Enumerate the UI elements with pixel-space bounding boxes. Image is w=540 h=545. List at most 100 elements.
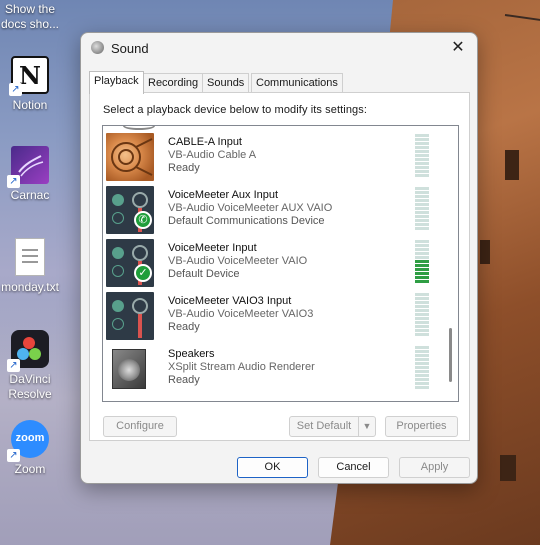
meter-segment <box>415 215 429 218</box>
meter-segment <box>415 227 429 230</box>
meter-segment <box>415 187 429 190</box>
meter-segment <box>415 268 429 271</box>
desktop-icon-monday-txt[interactable]: monday.txt <box>0 238 62 295</box>
set-default-button[interactable]: Set Default <box>289 416 359 437</box>
list-item[interactable]: CABLE-A Input VB-Audio Cable A Ready <box>103 130 443 183</box>
meter-segment <box>415 378 429 381</box>
meter-segment <box>415 309 429 312</box>
meter-segment <box>415 158 429 161</box>
meter-segment <box>415 244 429 247</box>
meter-segment <box>415 191 429 194</box>
meter-segment <box>415 240 429 243</box>
level-meter <box>415 187 429 233</box>
device-status: Ready <box>168 162 200 174</box>
chevron-down-icon: ▼ <box>362 421 372 431</box>
list-item[interactable]: ✓ VoiceMeeter Input VB-Audio VoiceMeeter… <box>103 236 443 289</box>
meter-segment <box>415 195 429 198</box>
meter-segment <box>415 248 429 251</box>
list-item[interactable]: VoiceMeeter VAIO3 Input VB-Audio VoiceMe… <box>103 289 443 342</box>
set-default-dropdown[interactable]: ▼ <box>358 416 376 437</box>
properties-button[interactable]: Properties <box>385 416 458 437</box>
meter-segment <box>415 199 429 202</box>
meter-segment <box>415 297 429 300</box>
meter-segment <box>415 346 429 349</box>
desktop-icon-docs[interactable]: Show the docs sho... <box>0 2 62 32</box>
scrollbar-thumb[interactable] <box>449 328 452 382</box>
phone-icon: ✆ <box>134 211 152 229</box>
list-item[interactable]: ✆ VoiceMeeter Aux Input VB-Audio VoiceMe… <box>103 183 443 236</box>
voicemeeter-icon <box>106 292 154 340</box>
device-status: Default Communications Device <box>168 215 325 227</box>
wallpaper-window <box>505 150 519 180</box>
device-driver: VB-Audio Cable A <box>168 149 257 161</box>
desktop-icon-label: Zoom <box>14 462 46 476</box>
tab-communications[interactable]: Communications <box>251 73 343 93</box>
meter-segment <box>415 170 429 173</box>
shortcut-arrow-icon: ↗ <box>7 359 20 372</box>
meter-segment <box>415 325 429 328</box>
shortcut-arrow-icon: ↗ <box>9 83 22 96</box>
notion-icon: N ↗ <box>9 56 49 96</box>
close-button[interactable]: ✕ <box>447 37 469 59</box>
meter-segment <box>415 321 429 324</box>
configure-button[interactable]: Configure <box>103 416 177 437</box>
meter-segment <box>415 162 429 165</box>
meter-segment <box>415 211 429 214</box>
device-name: VoiceMeeter VAIO3 Input <box>168 295 292 307</box>
device-name: VoiceMeeter Input <box>168 242 257 254</box>
desktop-icon-notion[interactable]: N ↗ Notion <box>0 56 62 113</box>
level-meter <box>415 346 429 392</box>
level-meter <box>415 240 429 286</box>
playback-panel: Select a playback device below to modify… <box>89 92 470 441</box>
cable-icon <box>106 133 154 181</box>
meter-segment <box>415 305 429 308</box>
cancel-button[interactable]: Cancel <box>318 457 389 478</box>
list-item[interactable]: Speakers XSplit Stream Audio Renderer Re… <box>103 342 443 395</box>
meter-segment <box>415 362 429 365</box>
level-meter <box>415 134 429 180</box>
meter-segment <box>415 280 429 283</box>
desktop-icon-label: Notion <box>12 98 48 112</box>
device-name: Speakers <box>168 348 215 360</box>
dialog-title: Sound <box>111 41 149 56</box>
zoom-glyph: zoom <box>15 432 45 444</box>
meter-segment <box>415 260 429 263</box>
device-status: Default Device <box>168 268 240 280</box>
meter-segment <box>415 203 429 206</box>
tab-sounds[interactable]: Sounds <box>202 73 250 93</box>
list-scrollbar[interactable] <box>444 126 458 401</box>
meter-segment <box>415 272 429 275</box>
title-bar[interactable]: Sound ✕ <box>81 33 477 63</box>
device-status: Ready <box>168 374 200 386</box>
tab-recording[interactable]: Recording <box>143 73 204 93</box>
apply-button[interactable]: Apply <box>399 457 470 478</box>
sound-dialog: Sound ✕ Playback Recording Sounds Commun… <box>80 32 478 484</box>
device-driver: VB-Audio VoiceMeeter AUX VAIO <box>168 202 333 214</box>
wallpaper-window <box>500 455 516 481</box>
tab-playback[interactable]: Playback <box>89 71 144 94</box>
level-meter <box>415 293 429 339</box>
device-list[interactable]: CABLE-A Input VB-Audio Cable A Ready ✆ V… <box>102 125 459 402</box>
desktop-icon-carnac[interactable]: ↗ Carnac <box>0 146 62 203</box>
meter-segment <box>415 142 429 145</box>
desktop-icon-zoom[interactable]: zoom ↗ Zoom <box>0 420 62 477</box>
meter-segment <box>415 370 429 373</box>
meter-segment <box>415 313 429 316</box>
meter-segment <box>415 374 429 377</box>
desktop-icon-davinci-resolve[interactable]: ↗ DaVinci Resolve <box>0 330 62 402</box>
meter-segment <box>415 252 429 255</box>
meter-segment <box>415 386 429 389</box>
davinci-resolve-icon: ↗ <box>7 330 49 372</box>
meter-segment <box>415 293 429 296</box>
meter-segment <box>415 256 429 259</box>
meter-segment <box>415 382 429 385</box>
device-name: VoiceMeeter Aux Input <box>168 189 279 201</box>
desktop-icon-label: DaVinci Resolve <box>8 372 52 401</box>
device-driver: VB-Audio VoiceMeeter VAIO3 <box>168 308 314 320</box>
text-file-icon <box>15 238 45 276</box>
meter-segment <box>415 333 429 336</box>
meter-segment <box>415 366 429 369</box>
meter-segment <box>415 354 429 357</box>
check-icon: ✓ <box>134 264 152 282</box>
ok-button[interactable]: OK <box>237 457 308 478</box>
